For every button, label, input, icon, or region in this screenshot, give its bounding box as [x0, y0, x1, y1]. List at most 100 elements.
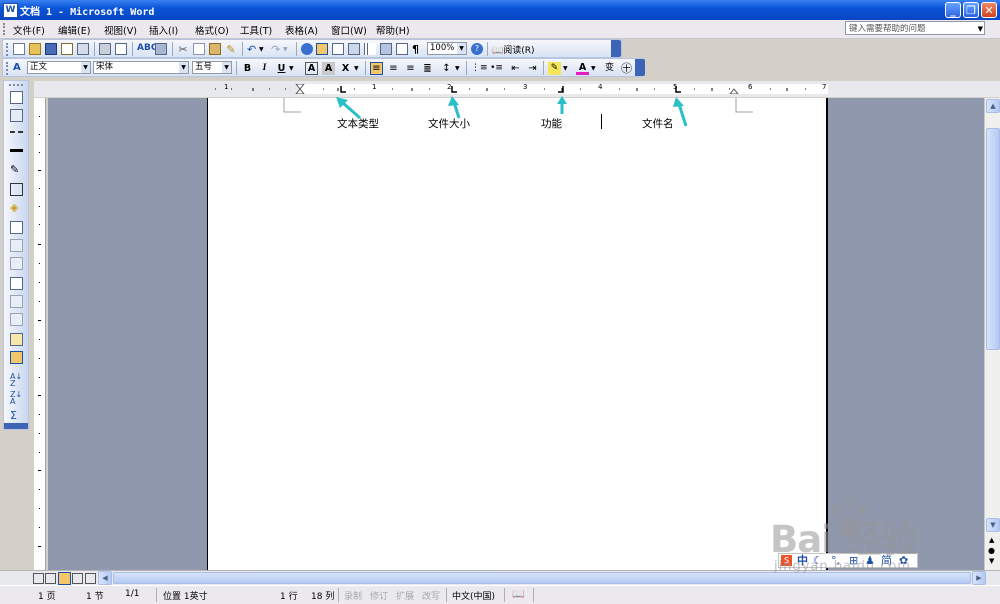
underline-button[interactable]: U: [275, 62, 288, 75]
show-hide-icon[interactable]: ¶: [412, 43, 424, 56]
merge-cells-icon[interactable]: [10, 239, 23, 252]
font-size-select[interactable]: 五号 ▼: [192, 61, 232, 74]
numbering-icon[interactable]: ⋮≡: [471, 62, 488, 75]
align-center-icon[interactable]: ≡: [387, 62, 400, 75]
align-icon[interactable]: [10, 277, 23, 290]
tables-borders-icon[interactable]: [316, 43, 328, 55]
email-icon[interactable]: [77, 43, 89, 55]
style-select[interactable]: 正文 ▼: [27, 61, 91, 74]
columns-icon[interactable]: [364, 43, 376, 55]
spelling-icon[interactable]: ABC: [137, 43, 157, 55]
eraser-icon[interactable]: [10, 109, 23, 122]
insert-table-icon[interactable]: [332, 43, 344, 55]
split-cells-icon[interactable]: [10, 257, 23, 270]
scroll-thumb[interactable]: [986, 128, 1000, 350]
menu-help[interactable]: 帮助(H): [376, 23, 410, 37]
undo-icon[interactable]: ↶: [247, 43, 259, 56]
print-view-icon[interactable]: [58, 572, 71, 585]
permission-icon[interactable]: [61, 43, 73, 55]
italic-button[interactable]: I: [258, 62, 271, 75]
copy-icon[interactable]: [193, 43, 205, 55]
print-icon[interactable]: [99, 43, 111, 55]
chevron-down-icon[interactable]: ▼: [81, 62, 90, 73]
line-weight-icon[interactable]: [10, 149, 23, 155]
status-overtype[interactable]: 改写: [422, 589, 440, 602]
menu-table[interactable]: 表格(A): [285, 23, 318, 37]
hyperlink-icon[interactable]: [301, 43, 313, 55]
char-border-button[interactable]: A: [305, 62, 318, 75]
underline-dropdown-icon[interactable]: ▼: [289, 65, 294, 72]
insert-table-icon[interactable]: [10, 221, 23, 234]
highlight-dropdown-icon[interactable]: ▼: [563, 65, 568, 72]
new-document-icon[interactable]: [13, 43, 25, 55]
chevron-down-icon[interactable]: ▼: [179, 62, 188, 73]
help-search-input[interactable]: 键入需要帮助的问题 ▼: [845, 21, 985, 35]
borders-icon[interactable]: [10, 183, 23, 196]
status-track-changes[interactable]: 修订: [370, 589, 388, 602]
help-icon[interactable]: ?: [471, 43, 483, 55]
status-extend[interactable]: 扩展: [396, 589, 414, 602]
sort-descending-icon[interactable]: Z↓ A: [10, 391, 23, 406]
highlight-icon[interactable]: ✎: [548, 62, 561, 75]
line-spacing-dropdown-icon[interactable]: ▼: [455, 65, 460, 72]
cut-icon[interactable]: ✂: [177, 43, 189, 56]
menu-format[interactable]: 格式(O): [195, 23, 229, 37]
reading-view-icon[interactable]: [85, 573, 96, 584]
open-folder-icon[interactable]: [29, 43, 41, 55]
styles-pane-icon[interactable]: A: [13, 62, 25, 74]
draw-table-icon[interactable]: [10, 91, 23, 104]
toolbar-options-icon[interactable]: [635, 59, 645, 76]
paste-icon[interactable]: [209, 43, 221, 55]
web-view-icon[interactable]: [45, 573, 56, 584]
menu-edit[interactable]: 编辑(E): [58, 23, 90, 37]
redo-dropdown-icon[interactable]: ▼: [283, 46, 295, 58]
status-record[interactable]: 录制: [344, 589, 362, 602]
toolbar-grip[interactable]: [9, 84, 23, 89]
menu-file[interactable]: 文件(F): [13, 23, 45, 37]
read-mode-button[interactable]: 📖阅读(R): [492, 43, 535, 56]
autoformat-icon[interactable]: [10, 333, 23, 346]
increase-indent-icon[interactable]: ⇥: [526, 62, 539, 75]
restore-button[interactable]: ❐: [963, 2, 979, 18]
chevron-down-icon[interactable]: ▼: [457, 43, 466, 54]
vertical-ruler[interactable]: [34, 98, 46, 570]
line-style-icon[interactable]: [10, 131, 23, 137]
menu-tools[interactable]: 工具(T): [240, 23, 272, 37]
normal-view-icon[interactable]: [33, 573, 44, 584]
sort-ascending-icon[interactable]: A↓ Z: [10, 373, 23, 388]
line-spacing-icon[interactable]: ↕: [440, 62, 453, 75]
scale-icon[interactable]: X: [339, 62, 352, 75]
drawing-icon[interactable]: [380, 43, 392, 55]
font-color-dropdown-icon[interactable]: ▼: [591, 65, 596, 72]
scroll-up-icon[interactable]: ▲: [986, 99, 1000, 113]
phonetic-guide-button[interactable]: 变: [603, 62, 616, 75]
spelling-status-icon[interactable]: 📖: [512, 589, 524, 600]
bullets-icon[interactable]: •≡: [490, 62, 503, 75]
chevron-down-icon[interactable]: ▼: [978, 22, 983, 36]
bold-button[interactable]: B: [241, 62, 254, 75]
redo-icon[interactable]: ↷: [271, 43, 283, 56]
distribute-icon[interactable]: ≣: [421, 62, 434, 75]
shading-color-icon[interactable]: ◈: [10, 201, 23, 214]
decrease-indent-icon[interactable]: ⇤: [509, 62, 522, 75]
chevron-down-icon[interactable]: ▼: [222, 62, 231, 73]
horizontal-ruler[interactable]: 1 1 2 3 4 5 6 7: [207, 83, 828, 95]
align-right-icon[interactable]: ≡: [404, 62, 417, 75]
menu-insert[interactable]: 插入(I): [149, 23, 178, 37]
toolbar-options-icon[interactable]: [4, 423, 28, 429]
undo-dropdown-icon[interactable]: ▼: [259, 46, 271, 58]
word-app-icon[interactable]: W: [3, 3, 18, 18]
menu-grip[interactable]: [3, 23, 8, 35]
scroll-left-icon[interactable]: ◀: [98, 571, 112, 585]
toolbar-grip[interactable]: [6, 43, 11, 56]
outline-view-icon[interactable]: [72, 573, 83, 584]
menu-window[interactable]: 窗口(W): [331, 23, 367, 37]
print-preview-icon[interactable]: [115, 43, 127, 55]
align-left-icon[interactable]: ≡: [370, 62, 383, 75]
document-map-icon[interactable]: [396, 43, 408, 55]
format-painter-icon[interactable]: ✎: [225, 43, 237, 56]
distribute-rows-icon[interactable]: [10, 295, 23, 308]
char-shading-button[interactable]: A: [322, 62, 335, 75]
distribute-columns-icon[interactable]: [10, 313, 23, 326]
insert-excel-icon[interactable]: [348, 43, 360, 55]
